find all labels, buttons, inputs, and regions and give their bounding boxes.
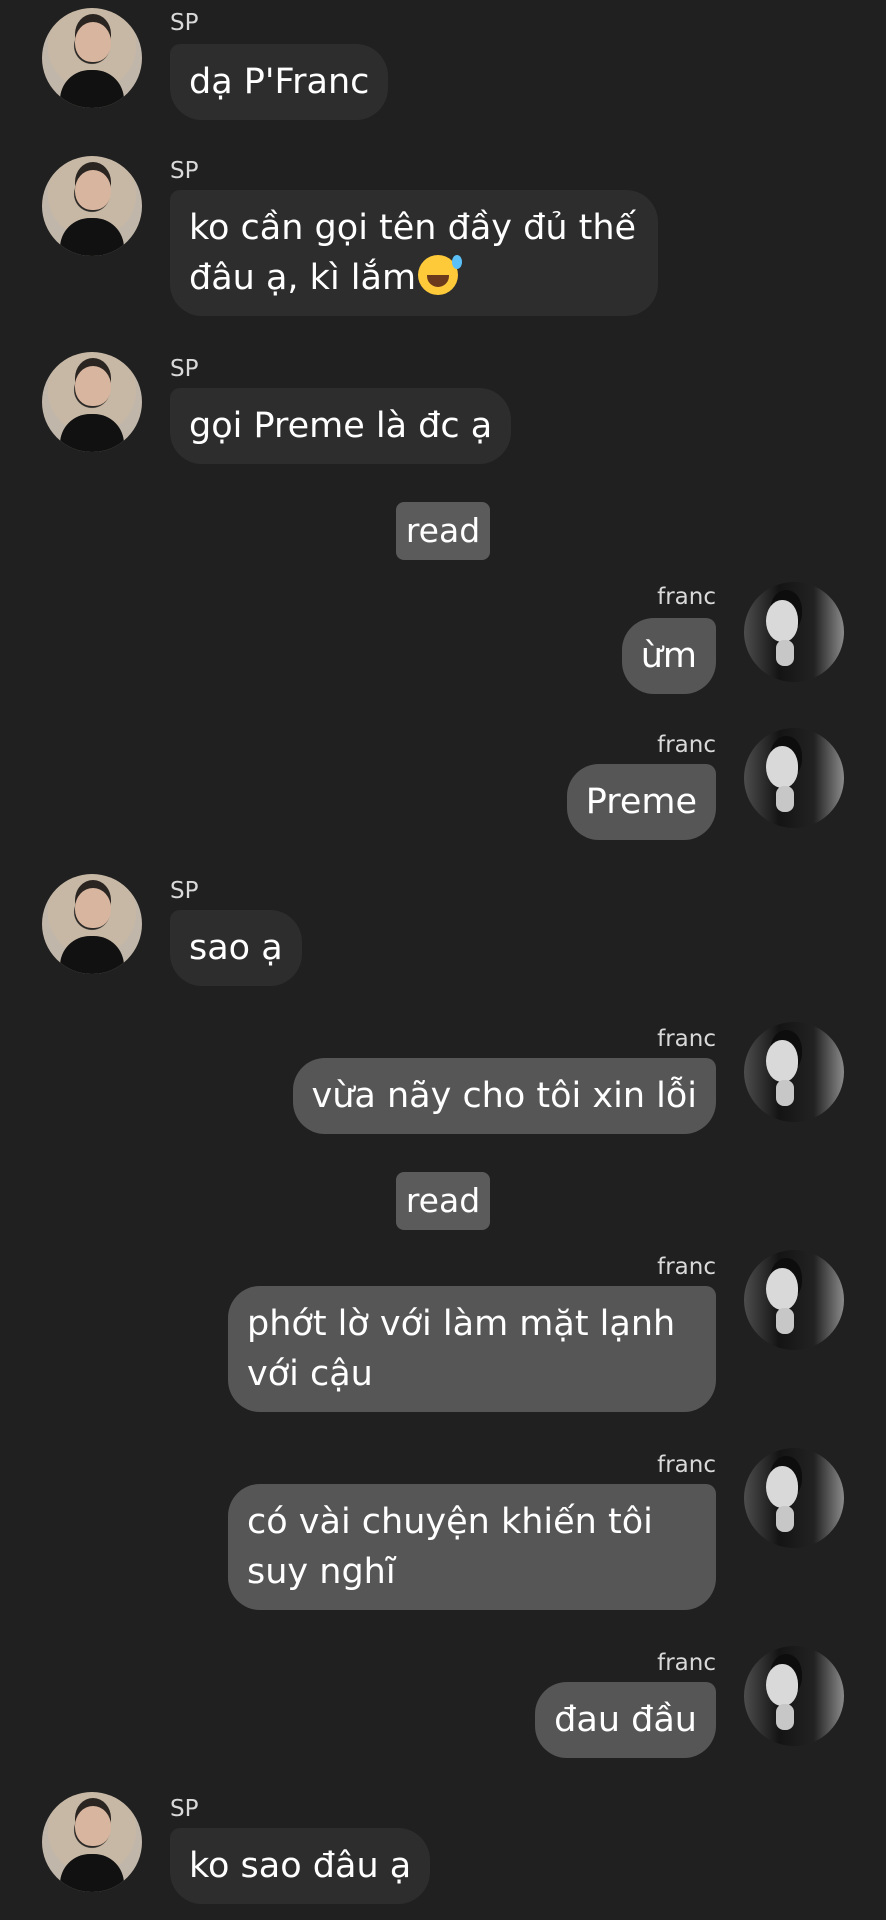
message-bubble[interactable]: gọi Preme là đc ạ: [170, 388, 512, 464]
avatar-franc[interactable]: [744, 582, 844, 682]
message-text: vừa nãy cho tôi xin lỗi: [311, 1076, 698, 1116]
message-bubble[interactable]: ừm: [621, 618, 716, 694]
message-bubble[interactable]: có vài chuyện khiến tôi suy nghĩ: [228, 1484, 716, 1610]
message-bubble[interactable]: ko sao đâu ạ: [170, 1828, 431, 1904]
message-text: đau đầu: [554, 1700, 697, 1740]
sender-name: franc: [657, 1650, 716, 1676]
message-text: sao ạ: [189, 928, 283, 968]
message-text: suy nghĩ: [247, 1552, 396, 1592]
avatar-sp[interactable]: [42, 352, 142, 452]
message-bubble[interactable]: sao ạ: [170, 910, 302, 986]
avatar-franc[interactable]: [744, 1022, 844, 1122]
sender-name: franc: [657, 584, 716, 610]
avatar-sp[interactable]: [42, 8, 142, 108]
sender-name: SP: [170, 158, 199, 184]
read-receipt: read: [396, 502, 490, 560]
message-text: ừm: [640, 636, 697, 676]
sender-name: franc: [657, 1026, 716, 1052]
message-text: ko sao đâu ạ: [189, 1846, 412, 1886]
avatar-franc[interactable]: [744, 1250, 844, 1350]
sender-name: franc: [657, 1254, 716, 1280]
avatar-franc[interactable]: [744, 1646, 844, 1746]
sender-name: franc: [657, 1452, 716, 1478]
avatar-sp[interactable]: [42, 1792, 142, 1892]
sender-name: franc: [657, 732, 716, 758]
message-text: với cậu: [247, 1354, 373, 1394]
avatar-sp[interactable]: [42, 156, 142, 256]
message-bubble[interactable]: Preme: [566, 764, 716, 840]
sweat-smile-emoji-icon: [418, 255, 463, 295]
avatar-franc[interactable]: [744, 1448, 844, 1548]
read-receipt: read: [396, 1172, 490, 1230]
message-text: phớt lờ với làm mặt lạnh: [247, 1304, 676, 1344]
message-bubble[interactable]: ko cần gọi tên đầy đủ thế đâu ạ, kì lắm: [170, 190, 658, 316]
message-text: Preme: [585, 782, 697, 822]
sender-name: SP: [170, 10, 199, 36]
avatar-franc[interactable]: [744, 728, 844, 828]
message-text: ko cần gọi tên đầy đủ thế: [189, 208, 637, 248]
message-text: gọi Preme là đc ạ: [189, 406, 493, 446]
sender-name: SP: [170, 878, 199, 904]
message-text: đâu ạ, kì lắm: [189, 258, 417, 298]
message-text: có vài chuyện khiến tôi: [247, 1502, 653, 1542]
sender-name: SP: [170, 1796, 199, 1822]
message-bubble[interactable]: dạ P'Franc: [170, 44, 389, 120]
message-bubble[interactable]: đau đầu: [535, 1682, 716, 1758]
message-bubble[interactable]: vừa nãy cho tôi xin lỗi: [292, 1058, 716, 1134]
avatar-sp[interactable]: [42, 874, 142, 974]
sender-name: SP: [170, 356, 199, 382]
message-text: dạ P'Franc: [189, 62, 370, 102]
message-bubble[interactable]: phớt lờ với làm mặt lạnh với cậu: [228, 1286, 716, 1412]
